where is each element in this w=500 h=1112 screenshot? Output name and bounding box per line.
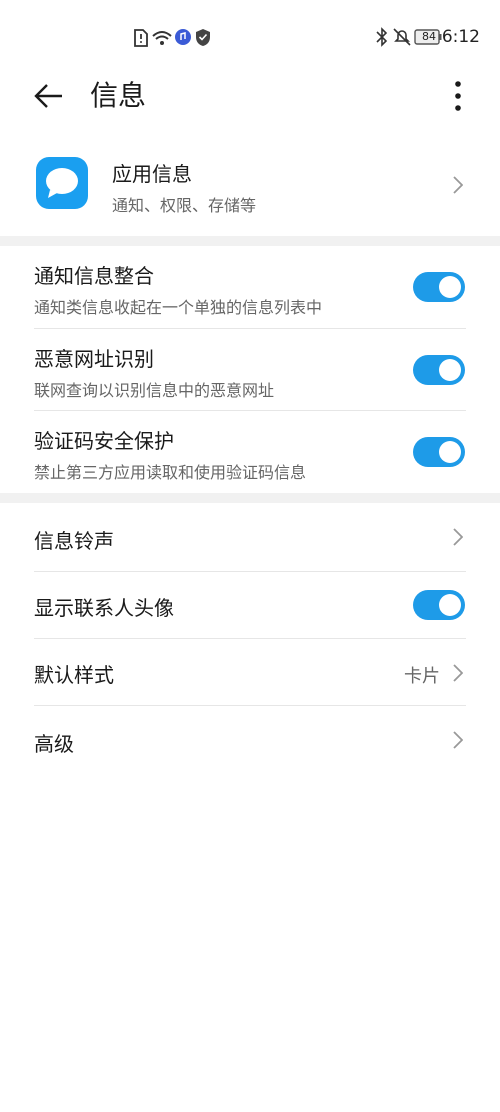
toggle-row-malicious-url: 恶意网址识别 联网查询以识别信息中的恶意网址 (0, 329, 500, 411)
toggle-row-subtitle: 联网查询以识别信息中的恶意网址 (34, 381, 275, 400)
music-app-icon (175, 29, 191, 45)
settings-row-ringtone[interactable]: 信息铃声 (0, 503, 500, 571)
toggle-row-title: 恶意网址识别 (34, 347, 154, 371)
app-info-subtitle: 通知、权限、存储等 (112, 196, 257, 215)
default-style-value: 卡片 (404, 666, 440, 687)
toggle-row-subtitle: 通知类信息收起在一个单独的信息列表中 (34, 298, 323, 317)
contact-avatar-toggle[interactable] (413, 590, 465, 620)
section-separator (0, 493, 500, 503)
toggle-row-code-protection: 验证码安全保护 禁止第三方应用读取和使用验证码信息 (0, 411, 500, 493)
toggle-row-notification-merge: 通知信息整合 通知类信息收起在一个单独的信息列表中 (0, 246, 500, 328)
chevron-right-icon (453, 664, 463, 682)
status-left-icons (134, 29, 210, 47)
toggle-row-title: 验证码安全保护 (34, 429, 174, 453)
battery-level: 84 (422, 30, 436, 43)
settings-row-contact-avatar: 显示联系人头像 (0, 572, 500, 638)
bluetooth-icon (376, 27, 388, 47)
shield-icon (196, 29, 210, 46)
section-separator (0, 236, 500, 246)
toggle-row-title: 通知信息整合 (34, 264, 154, 288)
toggle-row-subtitle: 禁止第三方应用读取和使用验证码信息 (34, 463, 307, 482)
bell-off-icon (393, 28, 411, 46)
app-info-row[interactable]: 应用信息 通知、权限、存储等 (0, 140, 500, 232)
wifi-icon (152, 31, 172, 45)
settings-row-label: 高级 (34, 732, 74, 756)
chevron-right-icon (453, 176, 463, 194)
messages-app-icon (36, 157, 88, 209)
settings-row-label: 默认样式 (34, 663, 114, 687)
more-options-icon[interactable] (452, 80, 464, 112)
settings-row-label: 显示联系人头像 (34, 596, 174, 620)
code-protection-toggle[interactable] (413, 437, 465, 467)
settings-row-label: 信息铃声 (34, 529, 114, 553)
notification-merge-toggle[interactable] (413, 272, 465, 302)
settings-row-default-style[interactable]: 默认样式 卡片 (0, 639, 500, 705)
clock: 6:12 (441, 27, 480, 47)
settings-row-advanced[interactable]: 高级 (0, 706, 500, 774)
app-info-title: 应用信息 (112, 162, 192, 186)
top-app-bar: 信息 (0, 74, 500, 118)
page-title: 信息 (90, 79, 147, 112)
back-arrow-icon[interactable] (34, 83, 64, 109)
status-bar: 84 6:12 (0, 0, 500, 74)
sim-icon (134, 29, 148, 47)
malicious-url-toggle[interactable] (413, 355, 465, 385)
chevron-right-icon (453, 731, 463, 749)
chevron-right-icon (453, 528, 463, 546)
